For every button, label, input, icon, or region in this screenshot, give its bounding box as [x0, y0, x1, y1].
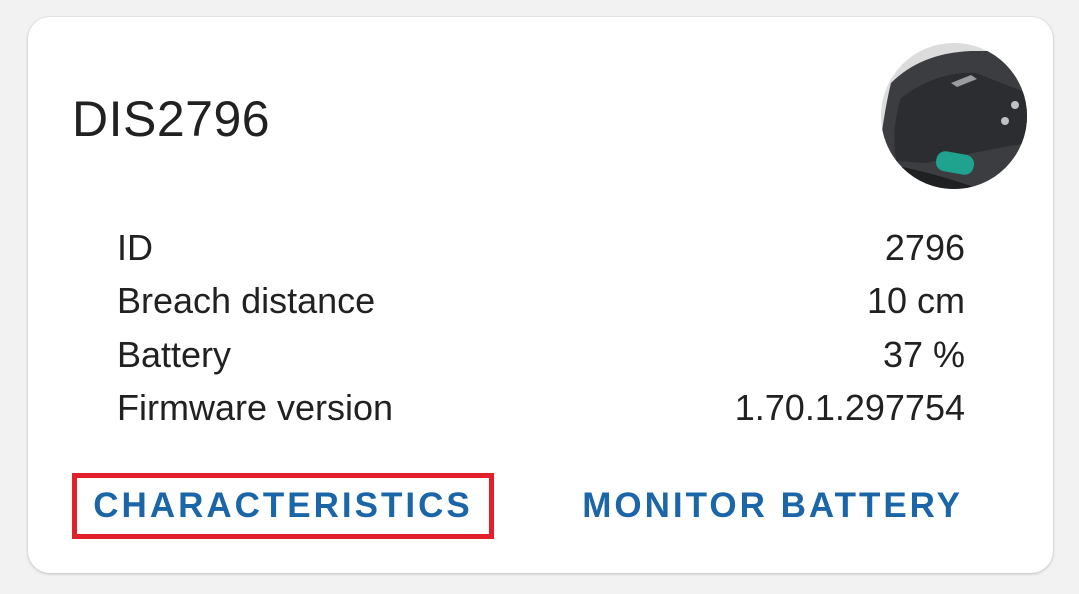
detail-label: ID: [117, 226, 153, 268]
card-actions: CHARACTERISTICS MONITOR BATTERY: [28, 473, 1053, 539]
detail-value: 1.70.1.297754: [734, 387, 965, 429]
details-list: ID 2796 Breach distance 10 cm Battery 37…: [117, 221, 965, 435]
detail-value: 2796: [884, 226, 965, 268]
detail-value: 10 cm: [866, 280, 965, 322]
detail-value: 37 %: [882, 333, 965, 375]
detail-row-firmware-version: Firmware version 1.70.1.297754: [117, 382, 965, 436]
detail-row-id: ID 2796: [117, 221, 965, 275]
device-photo-icon: [881, 43, 1027, 189]
monitor-battery-button[interactable]: MONITOR BATTERY: [571, 473, 963, 539]
device-card: DIS2796 ID 2796 Breach distance 10 cm Ba…: [28, 17, 1053, 573]
device-name: DIS2796: [72, 91, 271, 147]
detail-label: Firmware version: [117, 387, 394, 429]
detail-row-breach-distance: Breach distance 10 cm: [117, 275, 965, 329]
detail-label: Battery: [117, 333, 232, 375]
detail-label: Breach distance: [117, 280, 376, 322]
detail-row-battery: Battery 37 %: [117, 328, 965, 382]
characteristics-button[interactable]: CHARACTERISTICS: [72, 473, 494, 539]
